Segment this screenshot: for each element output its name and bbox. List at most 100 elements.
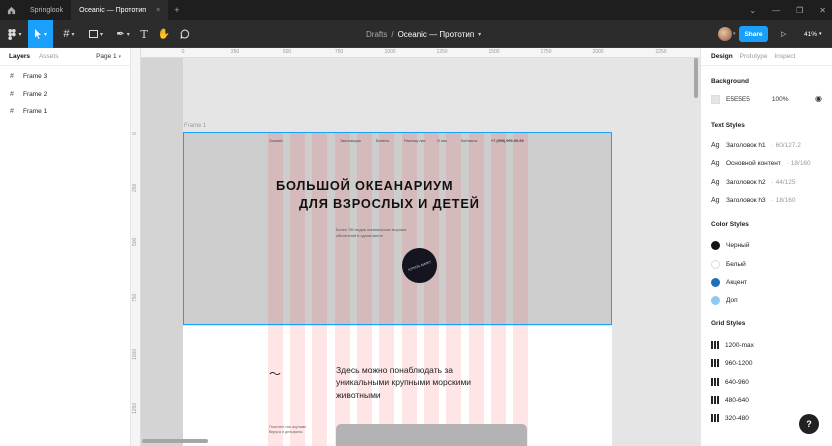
frame-tool[interactable]: # ▾ [57, 20, 81, 48]
minimize-icon[interactable]: — [772, 6, 780, 15]
grid-style-item[interactable]: 1200-max [711, 338, 754, 352]
ruler-tick: 250 [230, 49, 240, 55]
vertical-scrollbar[interactable] [694, 58, 698, 98]
background-swatch[interactable] [711, 94, 720, 104]
ruler-tick: 2000 [592, 49, 604, 55]
color-style-name: Черный [726, 241, 750, 249]
background-row[interactable]: E5E5E5 100% [711, 92, 788, 106]
main-menu-button[interactable]: ▾ [4, 20, 26, 48]
comment-tool[interactable] [178, 20, 192, 48]
toolbar: ▾ ▾ # ▾ ▾ ✒ ▾ T ✋ Drafts / Oceanic — Про… [0, 20, 832, 48]
tab-label: Oceanic — Прототип [79, 6, 147, 14]
hand-tool[interactable]: ✋ [157, 20, 171, 48]
frame-icon: # [63, 28, 70, 40]
home-icon[interactable] [0, 0, 22, 20]
color-style-name: Белый [726, 260, 746, 268]
frame-label[interactable]: Frame 1 [184, 123, 206, 129]
background-opacity[interactable]: 100% [772, 96, 789, 103]
ruler-tick: 1250 [436, 49, 448, 55]
tab-inspect[interactable]: Inspect [775, 53, 796, 60]
help-button[interactable]: ? [799, 414, 819, 434]
tab-design[interactable]: Design [711, 53, 733, 60]
color-style-item[interactable]: Белый [711, 257, 746, 271]
breadcrumb: Drafts / Oceanic — Прототип ▾ [366, 20, 481, 48]
tab-springlook[interactable]: Springlook [22, 0, 71, 20]
frame-icon: # [10, 90, 14, 98]
grid-style-item[interactable]: 320-480 [711, 411, 749, 425]
grid-style-name: 960-1200 [725, 359, 753, 367]
maximize-icon[interactable]: ❐ [796, 6, 803, 15]
avatar[interactable] [718, 27, 732, 41]
grid-style-item[interactable]: 640-960 [711, 375, 749, 389]
color-dot [711, 295, 720, 305]
ruler-tick: 750 [334, 49, 344, 55]
cursor-icon [34, 29, 41, 39]
color-style-name: Акцент [726, 278, 748, 286]
page-label: Page 1 [96, 53, 117, 60]
chevron-down-icon: ▾ [118, 54, 121, 60]
text-style-item[interactable]: Ag Заголовок h1 · 60/127.2 [711, 138, 801, 152]
hand-icon: ✋ [157, 28, 171, 40]
ruler-tick: 500 [282, 49, 292, 55]
chevron-down-icon: ▾ [99, 31, 103, 38]
text-style-item[interactable]: Ag Заголовок h3 · 18/160 [711, 193, 795, 207]
zoom-label: 41% [804, 30, 818, 38]
layer-frame-1[interactable]: # Frame 1 [0, 103, 130, 121]
grid-style-item[interactable]: 480-640 [711, 393, 749, 407]
close-window-icon[interactable]: ✕ [819, 6, 826, 15]
text-style-spec: · 18/160 [771, 196, 796, 204]
move-tool[interactable]: ▾ [28, 20, 53, 48]
text-style-icon: Ag [711, 159, 720, 167]
layer-frame-2[interactable]: # Frame 2 [0, 86, 130, 104]
color-style-item[interactable]: Черный [711, 238, 749, 252]
text-style-item[interactable]: Ag Заголовок h2 · 44/125 [711, 175, 795, 189]
new-tab-button[interactable]: + [168, 5, 185, 15]
chevron-down-icon[interactable]: ▾ [478, 31, 481, 38]
text-style-icon: Ag [711, 196, 720, 204]
text-style-name: Основной контент [726, 159, 781, 167]
eye-icon[interactable]: ◉ [815, 94, 822, 103]
tab-assets[interactable]: Assets [39, 53, 59, 60]
text-style-item[interactable]: Ag Основной контент · 18/160 [711, 156, 811, 170]
zoom-dropdown[interactable]: 41% ▾ [804, 26, 822, 42]
tab-layers[interactable]: Layers [9, 53, 30, 60]
text-tool[interactable]: T [137, 20, 151, 48]
color-style-item[interactable]: Акцент [711, 275, 747, 289]
layer-frame-3[interactable]: # Frame 3 [0, 68, 130, 86]
ruler-tick: 1000 [384, 49, 396, 55]
canvas[interactable]: Oceanic Экспозиция Билеты Распису нас О … [131, 48, 700, 446]
wave-icon: 〜 [269, 367, 282, 381]
horizontal-scrollbar[interactable] [142, 439, 208, 443]
grid-icon [711, 396, 719, 404]
layer-label: Frame 1 [23, 108, 48, 116]
breadcrumb-drafts[interactable]: Drafts [366, 30, 387, 39]
section-small-text: Посетите нас акулами Вируса и дельфины [269, 425, 307, 435]
ruler-tick: 1500 [488, 49, 500, 55]
page-selector[interactable]: Page 1 ▾ [96, 53, 121, 60]
grid-style-name: 320-480 [725, 414, 749, 422]
tab-prototype[interactable]: Prototype [740, 53, 768, 60]
present-play-icon[interactable]: ▷ [781, 26, 791, 42]
grid-icon [711, 359, 719, 367]
frame-selection-outline [183, 132, 612, 325]
ruler-tick: 750 [132, 293, 138, 302]
close-tab-icon[interactable]: × [156, 7, 160, 14]
color-style-item[interactable]: Доп [711, 293, 738, 307]
share-button[interactable]: Share [739, 26, 768, 42]
file-name[interactable]: Oceanic — Прототип [398, 30, 475, 39]
ruler-tick: 1250 [132, 402, 138, 414]
grid-styles-title: Grid Styles [711, 320, 746, 327]
chevron-down-icon: ▾ [126, 31, 130, 38]
grid-icon [711, 414, 719, 422]
tab-oceanic[interactable]: Oceanic — Прототип × [71, 0, 169, 20]
pen-tool[interactable]: ✒ ▾ [111, 20, 135, 48]
chevron-down-icon[interactable]: ⌄ [749, 6, 756, 15]
text-styles-title: Text Styles [711, 122, 745, 129]
shape-tool[interactable]: ▾ [84, 20, 108, 48]
grid-icon [711, 378, 719, 386]
chevron-down-icon[interactable]: ▾ [733, 31, 736, 37]
ruler-tick: 1750 [540, 49, 552, 55]
text-style-name: Заголовок h1 [726, 141, 766, 149]
grid-style-item[interactable]: 960-1200 [711, 356, 752, 370]
background-hex[interactable]: E5E5E5 [726, 96, 750, 103]
